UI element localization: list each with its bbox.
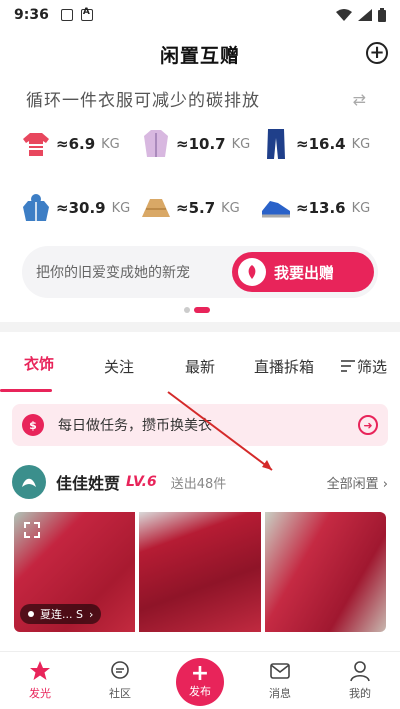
- signal-icon: [358, 9, 372, 21]
- tab-clothing[interactable]: 衣饰: [0, 340, 78, 392]
- jacket-icon: [20, 192, 52, 224]
- switch-icon[interactable]: ⇄: [353, 90, 366, 109]
- category-tabs: 衣饰 关注 最新 直播拆箱 筛选: [0, 340, 400, 392]
- page-title: 闲置互赠: [159, 44, 240, 67]
- app-header: 闲置互赠 +: [0, 32, 400, 76]
- carbon-item: ≈5.7 KG: [140, 188, 260, 228]
- avatar[interactable]: [12, 465, 46, 499]
- carbon-item: ≈16.4 KG: [260, 124, 380, 164]
- item-photo[interactable]: [139, 512, 261, 632]
- nav-item-messages[interactable]: 消息: [240, 652, 320, 709]
- battery-icon: [378, 8, 386, 22]
- tab-live-unboxing[interactable]: 直播拆箱: [240, 356, 328, 377]
- gift-button[interactable]: 我要出赠: [232, 252, 374, 292]
- image-notification-icon: [60, 9, 73, 21]
- hanger-icon: [238, 258, 266, 286]
- carbon-items: ≈6.9 KG ≈10.7 KG ≈16.4 KG ≈30.9 KG ≈5.7 …: [20, 124, 380, 228]
- nav-item-mine[interactable]: 我的: [320, 652, 400, 709]
- item-photo[interactable]: 夏连... S ›: [14, 512, 136, 632]
- add-icon[interactable]: +: [366, 42, 388, 64]
- user-name[interactable]: 佳佳姓贾: [56, 470, 120, 494]
- tab-follow[interactable]: 关注: [78, 356, 160, 377]
- gift-bar[interactable]: 把你的旧爱变成她的新宠 我要出赠: [22, 246, 378, 298]
- section-divider: [0, 322, 400, 332]
- arrow-right-icon[interactable]: ➜: [358, 415, 378, 435]
- publish-button[interactable]: + 发布: [176, 658, 224, 706]
- plus-icon: +: [190, 661, 210, 686]
- user-row: 佳佳姓贾 LV.6 送出48件 全部闲置 ›: [12, 462, 388, 502]
- a-notification-icon: [80, 7, 93, 21]
- wifi-icon: [336, 9, 352, 21]
- carbon-card: 循环一件衣服可减少的碳排放 ⇄ ≈6.9 KG ≈10.7 KG ≈16.4 K…: [0, 80, 400, 320]
- star-icon: [30, 661, 50, 680]
- money-bag-icon: $: [22, 414, 44, 436]
- user-level: LV.6: [126, 474, 157, 490]
- nav-item-community[interactable]: 社区: [80, 652, 160, 709]
- carbon-item: ≈13.6 KG: [260, 188, 380, 228]
- coat-icon: [140, 128, 172, 160]
- item-photo[interactable]: [264, 512, 386, 632]
- carbon-item: ≈10.7 KG: [140, 124, 260, 164]
- chat-icon: [111, 661, 129, 679]
- chevron-right-icon: ›: [88, 607, 94, 621]
- carbon-item: ≈6.9 KG: [20, 124, 140, 164]
- sneakers-icon: [260, 192, 292, 224]
- person-icon: [350, 661, 370, 682]
- sweater-icon: [20, 128, 52, 160]
- filter-icon: [340, 360, 355, 372]
- expand-icon[interactable]: [24, 522, 40, 538]
- status-bar: 9:36: [0, 0, 400, 30]
- nav-item-shine[interactable]: 发光: [0, 652, 80, 709]
- all-idle-link[interactable]: 全部闲置 ›: [327, 473, 388, 492]
- given-count: 送出48件: [170, 476, 227, 492]
- filter-label: 筛选: [356, 357, 387, 376]
- gift-placeholder: 把你的旧爱变成她的新宠: [36, 265, 190, 281]
- jeans-icon: [260, 128, 292, 160]
- item-photos: 夏连... S ›: [14, 512, 386, 632]
- gift-button-label: 我要出赠: [274, 263, 335, 282]
- carbon-item: ≈30.9 KG: [20, 188, 140, 228]
- tab-latest[interactable]: 最新: [160, 356, 240, 377]
- status-time: 9:36: [14, 7, 49, 23]
- daily-task-banner[interactable]: $ 每日做任务，攒币换美衣 ➜: [12, 404, 388, 446]
- task-text: 每日做任务，攒币换美衣: [58, 418, 212, 434]
- carbon-title: 循环一件衣服可减少的碳排放: [26, 91, 260, 111]
- tab-filter[interactable]: 筛选: [328, 356, 400, 377]
- mail-icon: [270, 663, 290, 679]
- skirt-icon: [140, 192, 172, 224]
- carousel-dots: [184, 307, 210, 313]
- photo-tag[interactable]: 夏连... S ›: [20, 604, 102, 624]
